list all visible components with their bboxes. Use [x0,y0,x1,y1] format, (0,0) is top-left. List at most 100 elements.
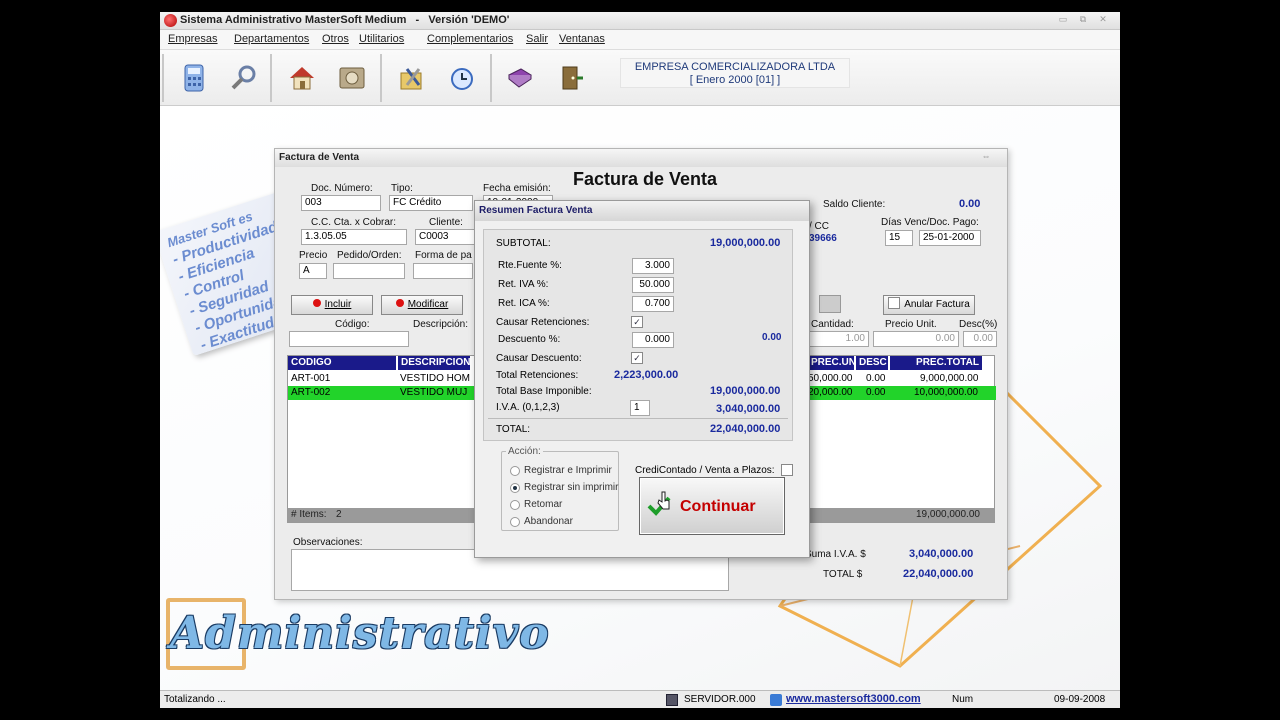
col-desc[interactable]: DESC [856,356,888,370]
toolbar-separator [162,54,164,102]
cliente-field[interactable]: C0003 [415,229,475,245]
cell-desc: 0.00 [866,387,886,398]
base-imponible-value: 19,000,000.00 [710,385,781,397]
server-label: SERVIDOR.000 [684,694,756,705]
menu-complementarios[interactable]: Complementarios [427,33,513,45]
precio-field[interactable]: A [299,263,327,279]
menu-salir[interactable]: Salir [526,33,548,45]
registrar-sin-imprimir-label: Registrar sin imprimir [524,482,619,493]
continuar-button[interactable]: Continuar [639,477,785,535]
incluir-button[interactable]: Incluir [291,295,373,315]
accion-group: Acción: Registrar e Imprimir Registrar s… [501,446,619,531]
items-count-label: # Items: [291,509,327,520]
descuento-field[interactable]: 0.000 [632,332,674,348]
col-descripcion[interactable]: DESCRIPCION [398,356,470,370]
nit-value: 39666 [809,233,837,244]
causar-retenciones-label: Causar Retenciones: [496,317,590,328]
summary-divider [488,418,788,419]
status-bar: Totalizando ... SERVIDOR.000 www.masters… [160,690,1120,708]
grid-view-icon[interactable] [819,295,841,313]
tools-icon[interactable] [394,60,430,96]
pedido-field[interactable] [333,263,405,279]
ret-ica-field[interactable]: 0.700 [632,296,674,312]
causar-descuento-checkbox[interactable]: ✓ [631,352,643,364]
app-window: Sistema Administrativo MasterSoft Medium… [160,12,1120,708]
summary-panel: SUBTOTAL: 19,000,000.00 Rte.Fuente %: 3.… [483,229,793,441]
nit-label: / CC [809,221,829,232]
dias-field[interactable]: 15 [885,230,913,246]
codigo-field[interactable] [289,331,409,347]
doc-numero-field[interactable]: 003 [301,195,381,211]
clock-icon[interactable] [444,60,480,96]
menu-ventanas[interactable]: Ventanas [559,33,605,45]
precio-unit-label: Precio Unit. [885,319,937,330]
close-button[interactable]: ✕ [1096,14,1110,26]
summary-dialog: Resumen Factura Venta SUBTOTAL: 19,000,0… [474,200,810,558]
desc-field[interactable]: 0.00 [963,331,997,347]
search-key-icon[interactable] [226,60,262,96]
menu-departamentos[interactable]: Departamentos [234,33,309,45]
cantidad-field[interactable]: 1.00 [807,331,869,347]
brand-wordmark: Administrativo [170,608,550,659]
invoice-heading: Factura de Venta [573,169,718,189]
tipo-select[interactable]: FC Crédito [389,195,473,211]
rte-fuente-label: Rte.Fuente %: [498,260,562,271]
footer-total: 19,000,000.00 [916,509,980,520]
precio-unit-field[interactable]: 0.00 [873,331,959,347]
saldo-value: 0.00 [959,198,981,210]
forma-pago-field[interactable] [413,263,473,279]
home-icon[interactable] [284,60,320,96]
calculator-icon[interactable] [176,60,212,96]
col-prec-unit[interactable]: PREC.UNIT [808,356,854,370]
suma-iva-value: 3,040,000.00 [909,548,974,560]
invoice-restore-button[interactable]: ⇔ [979,151,993,163]
saldo-label: Saldo Cliente: [823,199,886,210]
forma-pago-label: Forma de pa [415,250,472,261]
menu-empresas[interactable]: Empresas [168,33,218,45]
radio-abandonar[interactable] [510,517,520,527]
modificar-button[interactable]: Modificar [381,295,463,315]
cta-field[interactable]: 1.3.05.05 [301,229,407,245]
precio-label: Precio [299,250,328,261]
title-bar: Sistema Administrativo MasterSoft Medium… [160,12,1120,30]
cell-codigo: ART-001 [291,373,331,384]
website-link[interactable]: www.mastersoft3000.com [786,693,921,705]
col-codigo[interactable]: CODIGO [288,356,396,370]
globe-icon [770,694,782,706]
credicontado-label: CrediContado / Venta a Plazos: [635,465,775,476]
exit-door-icon[interactable] [552,60,588,96]
minimize-button[interactable]: ▭ [1056,14,1070,26]
anular-factura-checkbox[interactable]: Anular Factura [883,295,975,315]
codigo-label: Código: [335,319,370,330]
venc-date-field[interactable]: 25-01-2000 [919,230,981,246]
company-banner: EMPRESA COMERCIALIZADORA LTDA [ Enero 20… [620,58,850,88]
iva-value: 3,040,000.00 [716,403,781,415]
book-icon[interactable] [502,60,538,96]
suma-iva-label: Suma I.V.A. $ [805,549,866,560]
vault-icon[interactable] [334,60,370,96]
rte-fuente-field[interactable]: 3.000 [632,258,674,274]
ret-iva-field[interactable]: 50.000 [632,277,674,293]
radio-registrar-imprimir[interactable] [510,466,520,476]
dialog-caption: Resumen Factura Venta [475,201,809,221]
menu-otros[interactable]: Otros [322,33,349,45]
dialog-total-value: 22,040,000.00 [710,423,781,435]
col-prec-total[interactable]: PREC.TOTAL [890,356,982,370]
causar-retenciones-checkbox[interactable]: ✓ [631,316,643,328]
window-title: Sistema Administrativo MasterSoft Medium… [180,14,510,26]
descuento-label: Descuento %: [498,334,561,345]
restore-button[interactable]: ⧉ [1076,14,1090,26]
doc-numero-label: Doc. Número: [311,183,373,194]
credicontado-checkbox[interactable] [781,464,793,476]
iva-code-field[interactable]: 1 [630,400,650,416]
ret-ica-label: Ret. ICA %: [498,298,550,309]
items-count: 2 [336,509,342,520]
pedido-label: Pedido/Orden: [337,250,402,261]
menu-utilitarios[interactable]: Utilitarios [359,33,404,45]
radio-retomar[interactable] [510,500,520,510]
cell-desc: 0.00 [866,373,886,384]
radio-registrar-sin-imprimir[interactable] [510,483,520,493]
company-name: EMPRESA COMERCIALIZADORA LTDA [634,61,836,73]
cell-descripcion: VESTIDO HOM [400,373,471,384]
toolbar-separator [380,54,382,102]
